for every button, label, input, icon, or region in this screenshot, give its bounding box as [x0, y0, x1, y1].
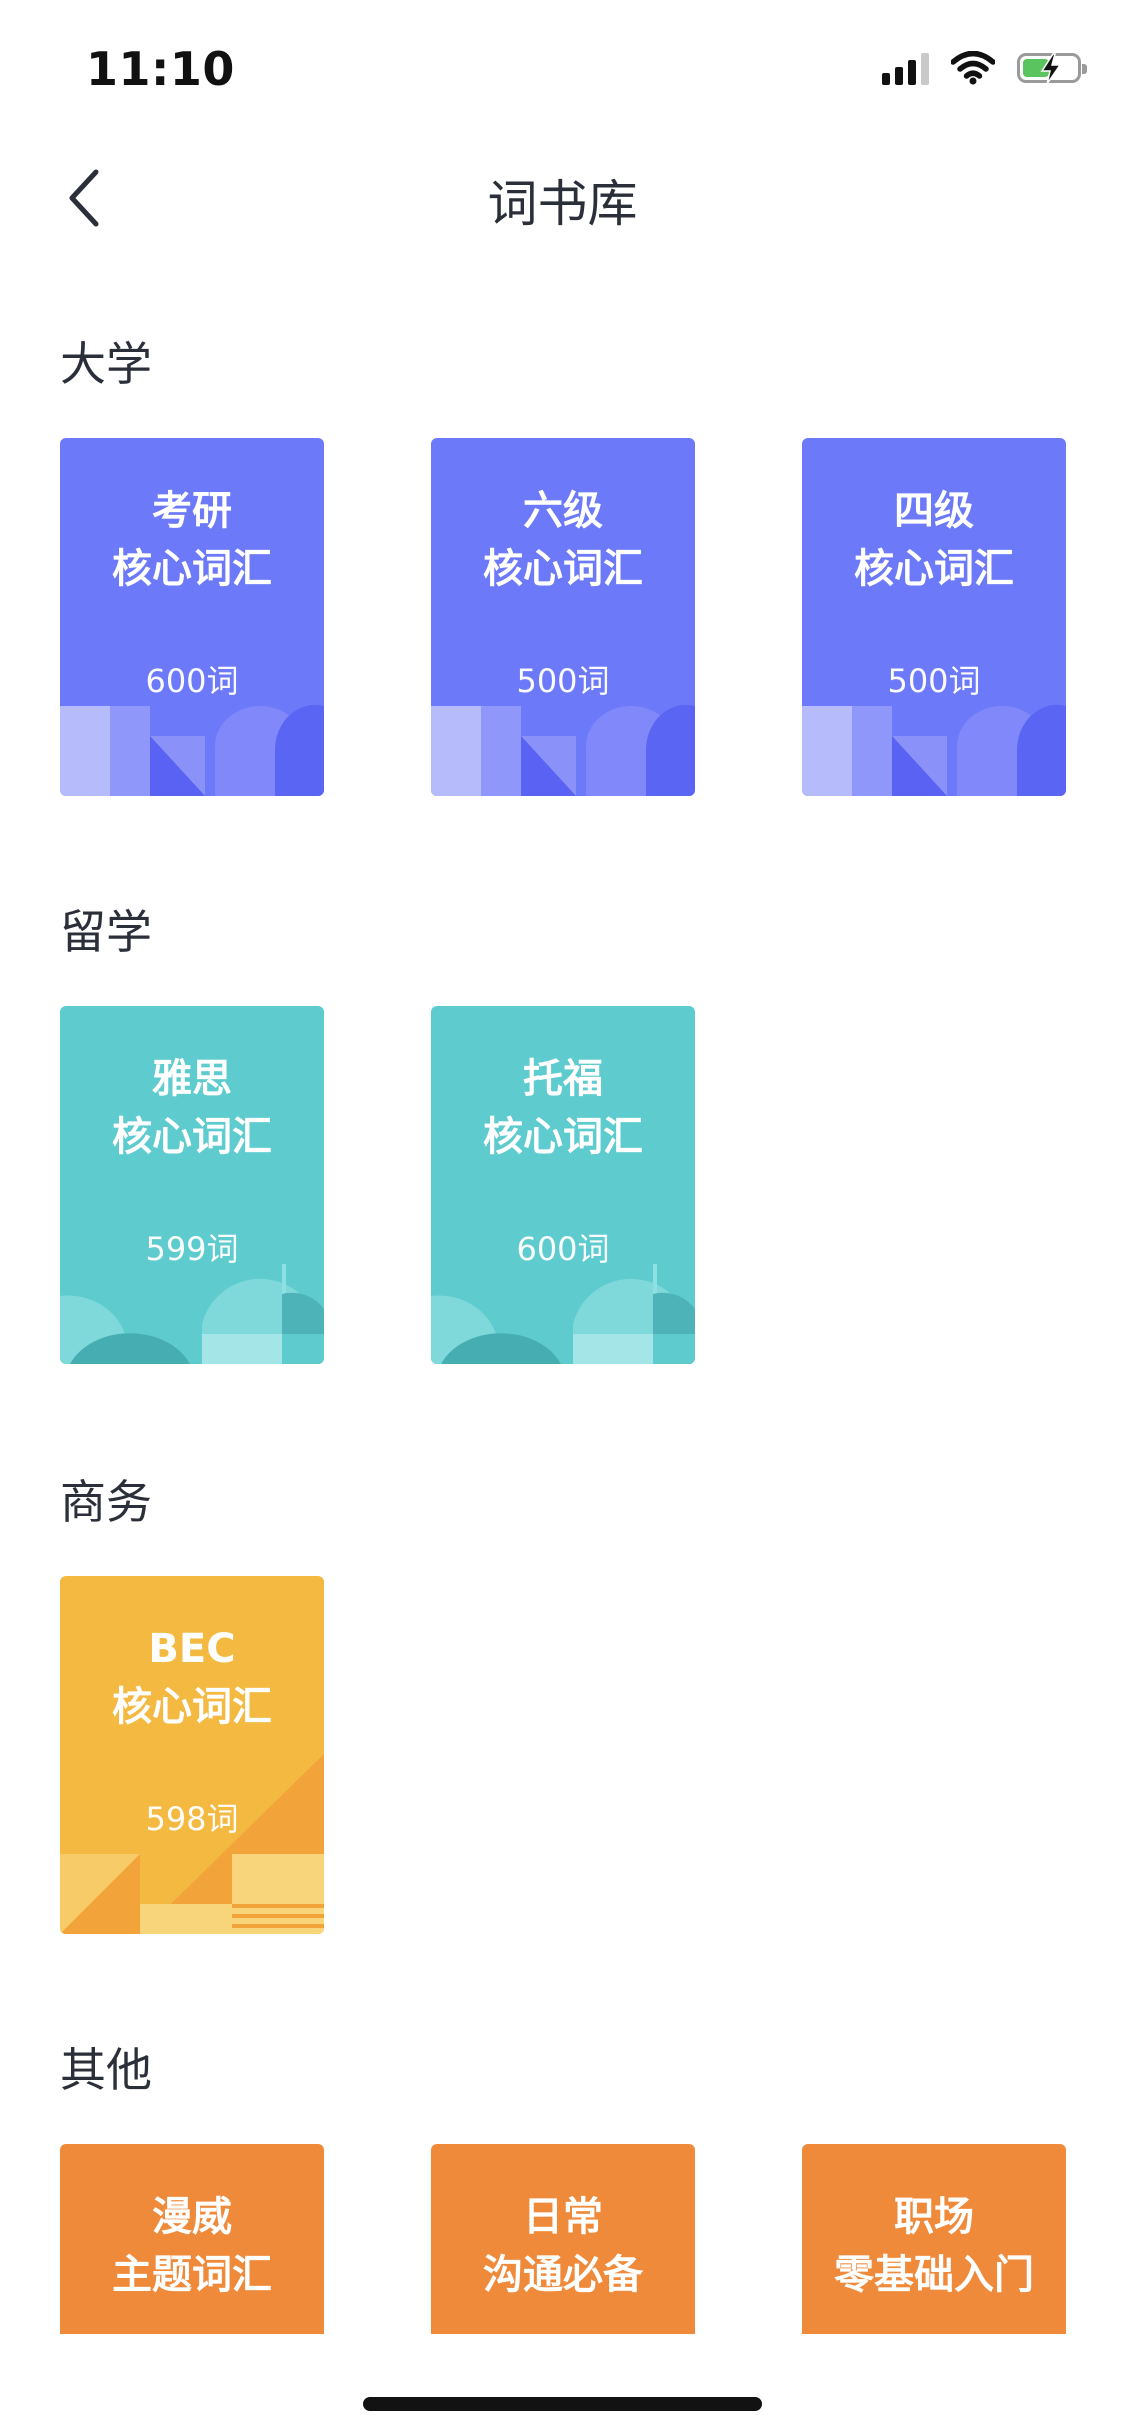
section-title-study-abroad: 留学 — [60, 905, 152, 959]
wifi-icon — [951, 51, 995, 85]
cover-pattern — [60, 704, 324, 796]
book-name: 雅思 核心词汇 — [112, 1056, 272, 1160]
book-name: 日常 沟通必备 — [483, 2194, 643, 2298]
navigation-bar: 词书库 — [0, 132, 1125, 264]
status-bar: 11:10 — [0, 0, 1125, 132]
battery-icon — [1017, 53, 1087, 85]
book-card-bec[interactable]: BEC 核心词汇 598词 — [60, 1576, 324, 1934]
status-icons — [882, 48, 1087, 88]
book-name: 四级 核心词汇 — [854, 488, 1014, 592]
book-card-marvel[interactable]: 漫威 主题词汇 — [60, 2144, 324, 2334]
cover-pattern — [431, 704, 695, 796]
book-name: 六级 核心词汇 — [483, 488, 643, 592]
book-card-cet4[interactable]: 四级 核心词汇 500词 — [802, 438, 1066, 796]
book-name: 漫威 主题词汇 — [112, 2194, 272, 2298]
section-title-business: 商务 — [60, 1475, 152, 1529]
book-name: BEC 核心词汇 — [112, 1626, 272, 1730]
cover-pattern — [60, 1264, 324, 1364]
book-card-kaoyan[interactable]: 考研 核心词汇 600词 — [60, 438, 324, 796]
section-title-other: 其他 — [60, 2043, 152, 2097]
cover-pattern — [431, 1264, 695, 1364]
book-card-workplace[interactable]: 职场 零基础入门 — [802, 2144, 1066, 2334]
book-card-toefl[interactable]: 托福 核心词汇 600词 — [431, 1006, 695, 1364]
page-title: 词书库 — [487, 175, 638, 233]
book-card-cet6[interactable]: 六级 核心词汇 500词 — [431, 438, 695, 796]
book-card-daily[interactable]: 日常 沟通必备 — [431, 2144, 695, 2334]
cover-pattern — [60, 1754, 324, 1934]
status-time: 11:10 — [86, 42, 235, 96]
cover-pattern — [802, 704, 1066, 796]
section-title-university: 大学 — [60, 337, 152, 391]
book-name: 考研 核心词汇 — [112, 488, 272, 592]
book-name: 职场 零基础入门 — [834, 2194, 1034, 2298]
home-indicator[interactable] — [363, 2397, 762, 2411]
cellular-signal-icon — [882, 51, 929, 85]
book-card-ielts[interactable]: 雅思 核心词汇 599词 — [60, 1006, 324, 1364]
book-name: 托福 核心词汇 — [483, 1056, 643, 1160]
